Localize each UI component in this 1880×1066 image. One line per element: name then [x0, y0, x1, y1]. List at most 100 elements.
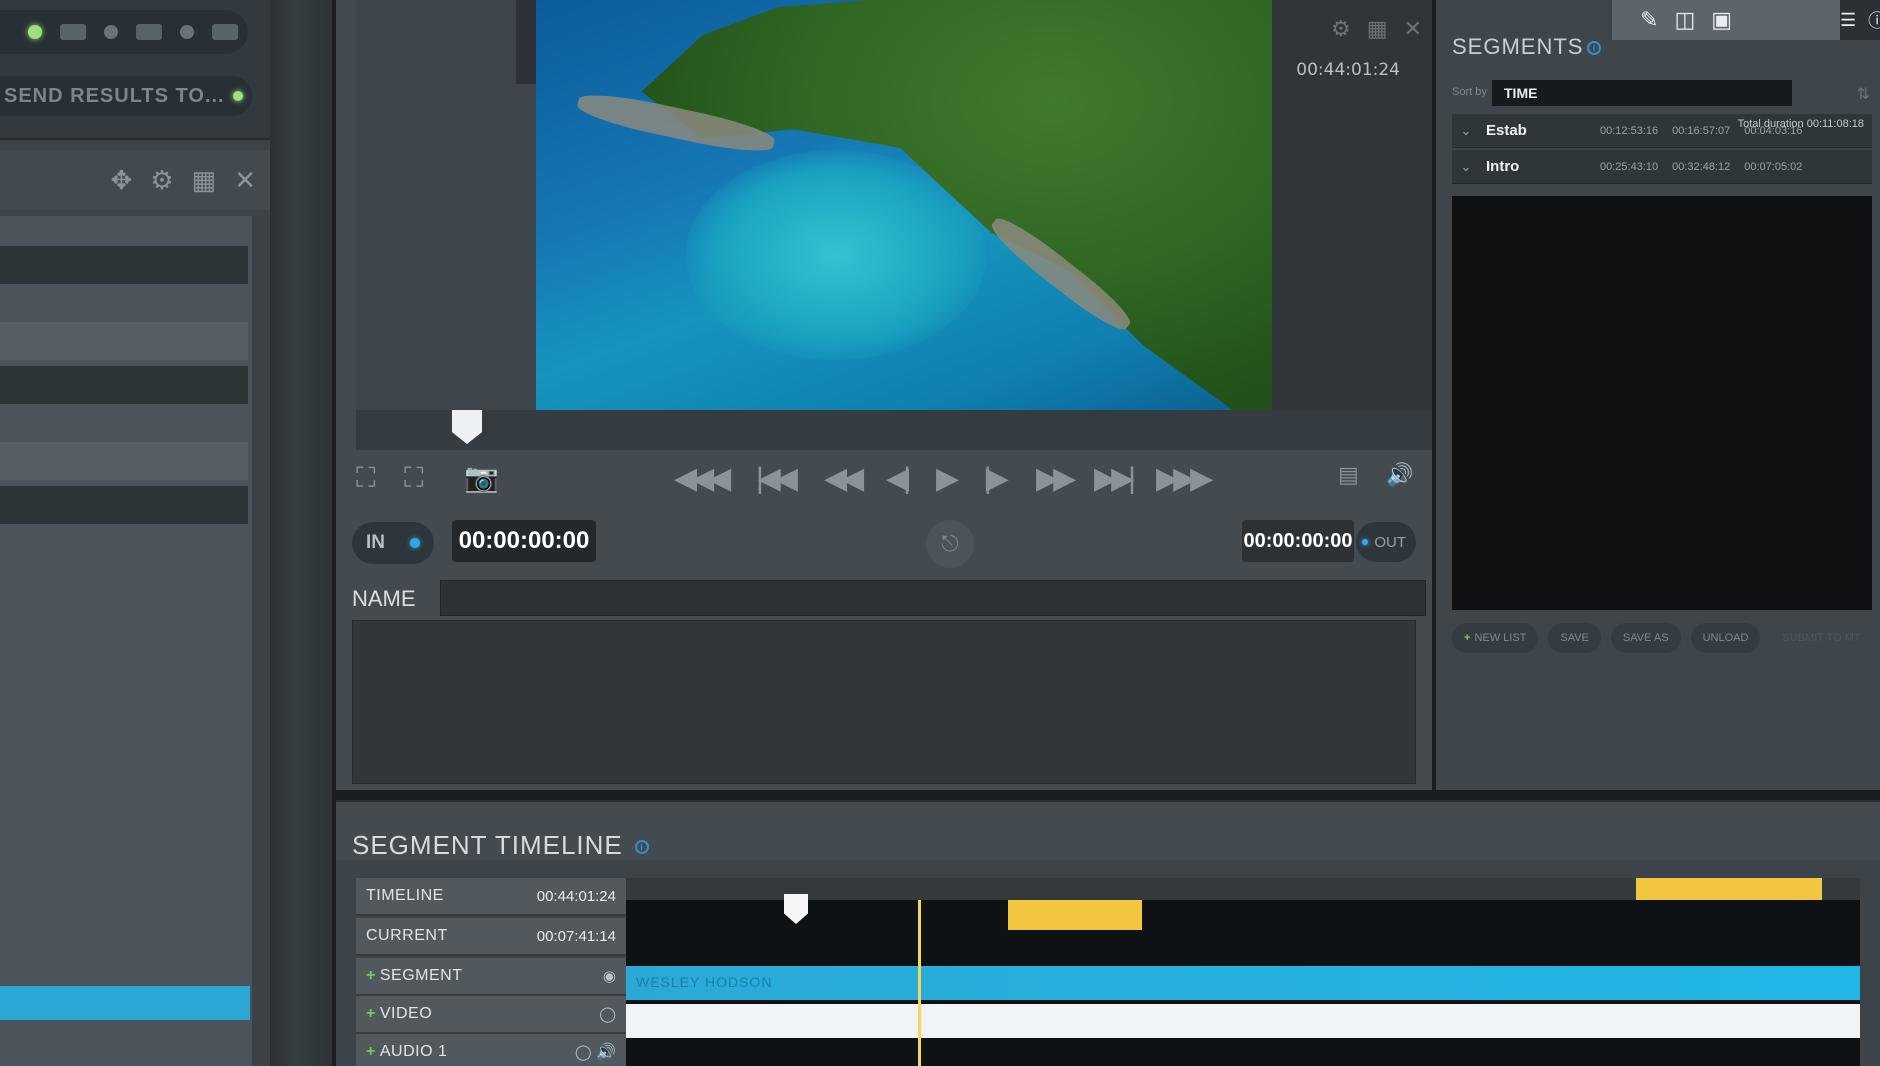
eye-icon[interactable]: ◉: [603, 967, 616, 985]
out-button[interactable]: OUT: [1356, 522, 1416, 562]
audio-track-clip[interactable]: [626, 1004, 1860, 1038]
total-duration-value: 00:11:08:18: [1806, 118, 1864, 130]
save-as-label: SAVE AS: [1622, 632, 1669, 644]
track-name: AUDIO 1: [379, 1043, 448, 1060]
segment-block-estab[interactable]: [1008, 900, 1142, 930]
sort-select[interactable]: TIME: [1492, 80, 1792, 106]
chip-icon: [212, 24, 238, 40]
play-icon[interactable]: ▶: [936, 464, 959, 494]
segment-in: 00:12:53:16: [1600, 124, 1659, 137]
left-status-area: SEND RESULTS TO...: [0, 0, 270, 140]
in-out-controls: IN 00:00:00:00 ⎋ 00:00:00:00 OUT: [336, 516, 1432, 572]
notes-textarea[interactable]: [352, 620, 1416, 784]
in-button[interactable]: IN: [352, 522, 434, 564]
left-selection-bar[interactable]: [0, 986, 250, 1020]
track-label-audio[interactable]: + AUDIO 1 ◯ 🔊: [356, 1034, 626, 1066]
in-label: IN: [366, 532, 385, 553]
timeline-tracks[interactable]: WESLEY HODSON: [626, 878, 1860, 1066]
track-label-segment[interactable]: + SEGMENT ◉: [356, 958, 626, 996]
save-label: SAVE: [1560, 632, 1589, 644]
mark-segment-button[interactable]: ⎋: [926, 520, 974, 568]
go-to-start-icon[interactable]: ◀◀◀: [674, 464, 731, 494]
previous-segment-icon[interactable]: |◀◀: [756, 464, 798, 494]
chevron-down-icon[interactable]: ⌄: [1452, 159, 1480, 175]
segments-actions: + NEW LIST SAVE SAVE AS UNLOAD SUBMIT TO …: [1452, 620, 1872, 656]
go-to-end-icon[interactable]: ▶▶▶: [1156, 464, 1213, 494]
send-results-button[interactable]: SEND RESULTS TO...: [0, 76, 252, 116]
info-icon[interactable]: i: [635, 840, 649, 855]
left-panel: SEND RESULTS TO... ✥ ⚙ ▦ ✕: [0, 0, 278, 1066]
save-as-button[interactable]: SAVE AS: [1610, 623, 1681, 653]
captions-icon[interactable]: ▤: [1338, 464, 1359, 486]
plus-icon[interactable]: +: [366, 1005, 376, 1022]
list-item[interactable]: [0, 246, 248, 284]
track-name-wrap: + VIDEO: [366, 1005, 432, 1023]
list-item[interactable]: [0, 322, 248, 360]
save-button[interactable]: SAVE: [1548, 623, 1601, 653]
segment-row[interactable]: ⌄ Intro 00:25:43:10 00:32:48:12 00:07:05…: [1452, 150, 1872, 184]
segment-name: Intro: [1486, 158, 1520, 175]
track-value: 00:44:01:24: [536, 887, 616, 905]
segment-in: 00:25:43:10: [1600, 160, 1659, 173]
camera-icon[interactable]: 📷: [464, 464, 499, 492]
segment-out: 00:32:48:12: [1672, 160, 1731, 173]
out-label: OUT: [1374, 533, 1406, 551]
segment-block-intro[interactable]: [1636, 878, 1822, 886]
name-row: NAME: [352, 580, 1432, 616]
unload-button[interactable]: UNLOAD: [1690, 623, 1761, 653]
segment-out: 00:16:57:07: [1672, 124, 1731, 137]
plus-icon[interactable]: +: [366, 1043, 376, 1060]
step-back-icon[interactable]: ◀|: [886, 464, 911, 494]
fullscreen-icon[interactable]: ⛶: [404, 464, 424, 492]
sort-row: Sort by TIME ⇅: [1452, 80, 1880, 108]
out-timecode-field[interactable]: 00:00:00:00: [1242, 520, 1354, 562]
list-item[interactable]: [0, 486, 248, 524]
video-viewer: 00:44:01:24 ⚙ ▦ ✕: [356, 0, 1432, 420]
chevron-down-icon[interactable]: ⌄: [1452, 123, 1480, 139]
fit-screen-icon[interactable]: ⛶: [356, 464, 376, 492]
left-list: [0, 216, 252, 1066]
track-label-current: CURRENT 00:07:41:14: [356, 918, 626, 956]
list-item[interactable]: [0, 442, 248, 480]
scrub-handle[interactable]: [452, 410, 482, 444]
plus-icon[interactable]: +: [366, 967, 376, 984]
sort-order-icon[interactable]: ⇅: [1857, 84, 1870, 104]
out-indicator-icon: [1362, 539, 1369, 545]
info-icon[interactable]: i: [1587, 41, 1602, 56]
panel-divider[interactable]: [270, 0, 332, 1066]
new-list-button[interactable]: + NEW LIST: [1452, 623, 1539, 653]
name-input[interactable]: [440, 580, 1426, 616]
in-timecode-field[interactable]: 00:00:00:00: [452, 520, 596, 562]
scrub-bar[interactable]: [356, 410, 1432, 450]
track-label-video[interactable]: + VIDEO ◯: [356, 996, 626, 1034]
rewind-icon[interactable]: ◀◀: [824, 464, 864, 494]
step-forward-icon[interactable]: |▶: [984, 464, 1009, 494]
send-results-label: SEND RESULTS TO...: [4, 84, 225, 107]
playhead-line[interactable]: [918, 900, 921, 1066]
segment-duration: 00:07:05:02: [1744, 160, 1803, 173]
new-list-label: NEW LIST: [1474, 632, 1527, 644]
track-name: SEGMENT: [379, 967, 463, 984]
grid-icon[interactable]: ▦: [192, 167, 217, 193]
fast-forward-icon[interactable]: ▶▶: [1036, 464, 1076, 494]
segments-header: SEGMENTS i: [1436, 24, 1880, 74]
eye-icon[interactable]: ◯: [575, 1044, 592, 1061]
volume-icon[interactable]: 🔊: [1386, 464, 1413, 486]
segment-name: Estab: [1486, 122, 1527, 139]
close-icon[interactable]: ✕: [234, 167, 256, 193]
submit-button[interactable]: SUBMIT TO MT: [1770, 623, 1872, 653]
video-clip-label: WESLEY HODSON: [636, 974, 773, 990]
close-icon[interactable]: ✕: [1404, 16, 1422, 42]
track-name-wrap: + AUDIO 1: [366, 1043, 447, 1061]
video-frame[interactable]: [536, 0, 1272, 420]
grid-icon[interactable]: ▦: [1367, 16, 1388, 42]
gear-icon[interactable]: ⚙: [150, 167, 173, 193]
speaker-icon[interactable]: 🔊: [596, 1044, 616, 1061]
eye-icon[interactable]: ◯: [599, 1005, 616, 1023]
gear-icon[interactable]: ⚙: [1331, 16, 1351, 42]
move-icon[interactable]: ✥: [111, 167, 133, 193]
timeline-title-text: SEGMENT TIMELINE: [352, 830, 623, 860]
next-segment-icon[interactable]: ▶▶|: [1094, 464, 1136, 494]
list-item[interactable]: [0, 366, 248, 404]
video-track-clip[interactable]: WESLEY HODSON: [626, 966, 1860, 1000]
